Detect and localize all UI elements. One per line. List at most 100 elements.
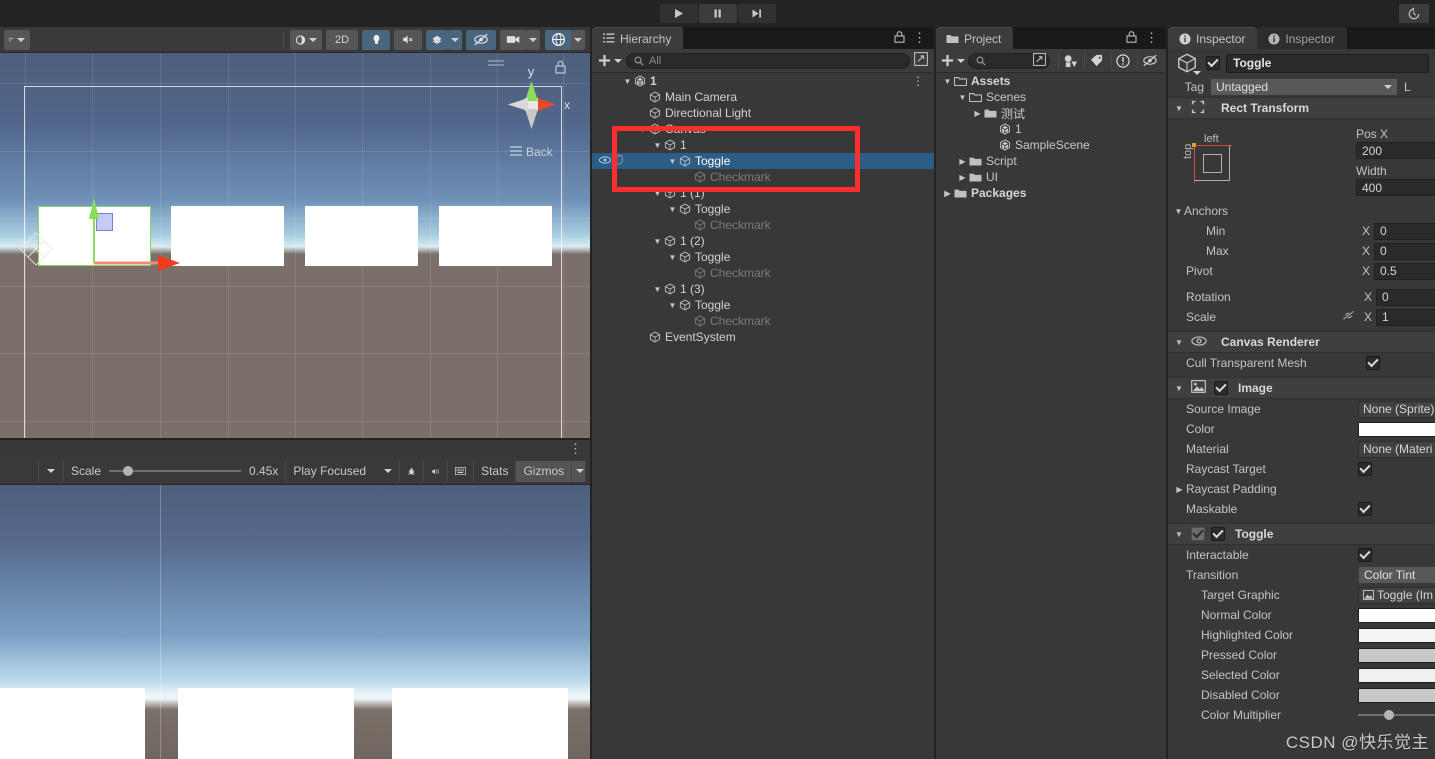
scene-fx-dropdown[interactable] xyxy=(448,29,462,50)
cull-transparent-mesh-checkbox[interactable] xyxy=(1366,356,1380,370)
property-color-swatch[interactable] xyxy=(1358,627,1435,643)
scene-camera-button[interactable] xyxy=(500,29,526,50)
gameobject-name-input[interactable]: Toggle xyxy=(1226,53,1429,73)
chevron-right-icon[interactable]: ▶ xyxy=(957,173,968,182)
hierarchy-row[interactable]: ▼ Toggle xyxy=(592,297,934,313)
scene-context-menu-icon[interactable]: ⋮ xyxy=(912,74,924,88)
chevron-down-icon[interactable]: ▼ xyxy=(942,77,953,86)
property-value-input[interactable]: 0.5 xyxy=(1374,262,1435,280)
component-header-toggle[interactable]: ▼ Toggle xyxy=(1168,523,1435,545)
property-object-field[interactable]: None (Materi xyxy=(1358,440,1435,458)
play-button[interactable] xyxy=(659,4,698,23)
scene-2d-toggle[interactable]: 2D xyxy=(326,29,358,50)
game-view-menu-icon[interactable]: ⋮ xyxy=(569,441,582,457)
project-expand-icon[interactable] xyxy=(1033,52,1046,69)
gameobject-icon[interactable] xyxy=(1174,50,1201,76)
game-gizmos-button[interactable]: Gizmos xyxy=(515,460,572,482)
project-console-warning-button[interactable] xyxy=(1110,51,1135,70)
property-object-field[interactable]: Toggle (Im xyxy=(1358,586,1435,604)
hierarchy-row[interactable]: Directional Light xyxy=(592,105,934,121)
property-color-swatch[interactable] xyxy=(1358,667,1435,683)
hierarchy-row[interactable]: Checkmark xyxy=(592,217,934,233)
chevron-right-icon[interactable]: ▶ xyxy=(942,189,953,198)
hierarchy-row[interactable]: ▼ 1 (3) xyxy=(592,281,934,297)
toggle-enabled-checkbox[interactable] xyxy=(1211,527,1225,541)
scene-orientation-gizmo[interactable]: y x Back xyxy=(482,55,572,160)
hierarchy-row[interactable]: ▼ 1 xyxy=(592,137,934,153)
chevron-down-icon[interactable]: ▼ xyxy=(652,189,663,198)
project-add-button[interactable] xyxy=(941,54,965,67)
tab-hierarchy[interactable]: Hierarchy xyxy=(592,27,684,49)
step-button[interactable] xyxy=(737,4,776,23)
hierarchy-row[interactable]: Checkmark xyxy=(592,265,934,281)
pause-button[interactable] xyxy=(698,4,737,23)
hierarchy-row[interactable]: ▼ 1 (1) xyxy=(592,185,934,201)
move-tool-gizmo[interactable] xyxy=(10,193,190,273)
hierarchy-row[interactable]: ▼ Toggle xyxy=(592,249,934,265)
scene-fx-toggle[interactable] xyxy=(426,29,448,50)
scale-slider-knob[interactable] xyxy=(123,466,134,476)
hierarchy-expand-icon[interactable] xyxy=(914,52,928,69)
project-row[interactable]: SampleScene xyxy=(936,137,1166,153)
toggle-script-checkbox[interactable] xyxy=(1191,527,1205,541)
scene-viewport[interactable]: y x Back xyxy=(0,53,590,440)
visibility-toggle-group[interactable] xyxy=(598,154,625,168)
panel-divider-scene-game[interactable] xyxy=(0,438,590,440)
hand-icon[interactable] xyxy=(614,154,625,168)
chevron-down-icon[interactable]: ▼ xyxy=(957,93,968,102)
scene-gizmos-toggle[interactable] xyxy=(545,29,571,50)
hierarchy-row[interactable]: ▼ 1 (2) xyxy=(592,233,934,249)
panel-divider-project-inspector[interactable] xyxy=(1166,27,1168,759)
chevron-down-icon[interactable]: ▼ xyxy=(667,253,678,262)
hierarchy-add-button[interactable] xyxy=(598,54,622,67)
component-header-canvas-renderer[interactable]: ▼ Canvas Renderer xyxy=(1168,331,1435,353)
project-tree[interactable]: ▼ Assets ▼ Scenes ▶ 测试 1 SampleScene ▶ Script ▶ UI ▶… xyxy=(936,73,1166,759)
property-color-swatch[interactable] xyxy=(1358,647,1435,663)
project-row[interactable]: ▼ Scenes xyxy=(936,89,1166,105)
project-hidden-toggle-button[interactable] xyxy=(1137,51,1161,70)
eye-icon[interactable] xyxy=(598,154,612,168)
hierarchy-row[interactable]: Checkmark xyxy=(592,313,934,329)
property-color-swatch[interactable] xyxy=(1358,687,1435,703)
constrain-proportions-icon[interactable] xyxy=(1342,310,1355,324)
hierarchy-row[interactable]: ▼ 1 ⋮ xyxy=(592,73,934,89)
undo-history-button[interactable] xyxy=(1399,4,1429,23)
scene-camera-dropdown[interactable] xyxy=(526,29,540,50)
property-checkbox[interactable] xyxy=(1358,502,1372,516)
project-row[interactable]: ▶ Script xyxy=(936,153,1166,169)
scene-tools-dropdown[interactable] xyxy=(4,29,30,50)
chevron-right-icon[interactable]: ▶ xyxy=(1174,485,1185,494)
game-mute-audio-toggle[interactable] xyxy=(423,460,447,482)
panel-divider-hierarchy-project[interactable] xyxy=(934,27,936,759)
tab-inspector-2[interactable]: Inspector xyxy=(1257,27,1347,49)
property-checkbox[interactable] xyxy=(1358,462,1372,476)
hierarchy-row[interactable]: ▼ Canvas xyxy=(592,121,934,137)
image-enabled-checkbox[interactable] xyxy=(1214,381,1228,395)
game-keyboard-input-toggle[interactable] xyxy=(447,460,473,482)
chevron-down-icon[interactable]: ▼ xyxy=(637,125,648,134)
game-stats-button[interactable]: Stats xyxy=(473,460,515,482)
property-color-swatch[interactable] xyxy=(1358,421,1435,437)
hierarchy-search-input[interactable]: All xyxy=(626,52,910,69)
slider-knob[interactable] xyxy=(1384,710,1394,720)
chevron-down-icon[interactable]: ▼ xyxy=(667,157,678,166)
tag-dropdown[interactable]: Untagged xyxy=(1210,78,1398,96)
project-row[interactable]: ▶ 测试 xyxy=(936,105,1166,121)
property-value-input[interactable]: 0 xyxy=(1376,288,1435,306)
game-warnings-toggle[interactable] xyxy=(399,460,423,482)
property-object-field[interactable]: None (Sprite) xyxy=(1358,400,1435,418)
property-value-input[interactable]: 1 xyxy=(1376,308,1435,326)
hierarchy-menu-icon[interactable]: ⋮ xyxy=(913,30,926,46)
tab-inspector-1[interactable]: Inspector xyxy=(1168,27,1258,49)
chevron-right-icon[interactable]: ▶ xyxy=(957,157,968,166)
project-filter-type-button[interactable] xyxy=(1057,51,1082,70)
project-row[interactable]: ▶ Packages xyxy=(936,185,1166,201)
property-slider[interactable] xyxy=(1358,710,1435,720)
game-viewport[interactable] xyxy=(0,485,590,759)
gameobject-enabled-checkbox[interactable] xyxy=(1206,56,1220,70)
tab-project[interactable]: Project xyxy=(936,27,1014,49)
lock-icon[interactable] xyxy=(894,30,905,46)
chevron-right-icon[interactable]: ▶ xyxy=(972,109,983,118)
property-color-swatch[interactable] xyxy=(1358,607,1435,623)
game-play-mode-dropdown[interactable]: Play Focused xyxy=(285,460,399,482)
